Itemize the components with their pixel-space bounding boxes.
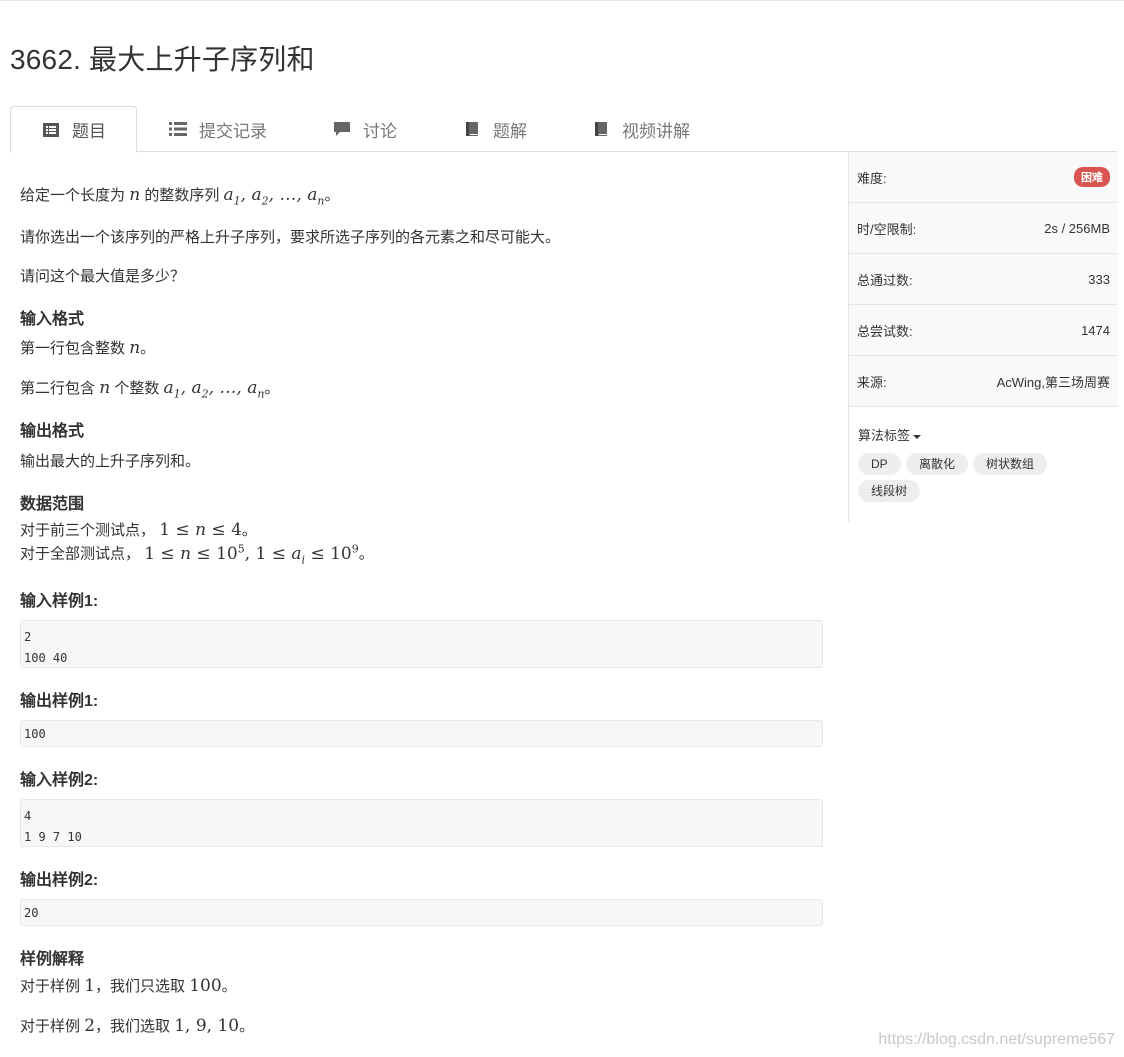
tab-bar: 题目 提交记录 讨论 题解 视频讲解	[10, 106, 1117, 153]
tab-label: 题解	[493, 121, 527, 141]
tag-fenwick-tree[interactable]: 树状数组	[973, 453, 1048, 475]
input-format-line-1: 第一行包含整数 n。	[20, 338, 156, 358]
input-format-line-2: 第二行包含 n 个整数 a1, a2, …, an。	[20, 378, 280, 401]
tab-video[interactable]: 视频讲解	[592, 106, 722, 152]
tab-discussion[interactable]: 讨论	[333, 106, 433, 152]
tried-row: 总尝试数: 1474	[849, 305, 1118, 356]
passed-label: 总通过数:	[857, 272, 913, 288]
tab-solutions[interactable]: 题解	[463, 106, 563, 152]
data-range-line-1: 对于前三个测试点， 1 ≤ n ≤ 4。	[20, 520, 257, 540]
algorithm-tags-toggle[interactable]: 算法标签	[858, 425, 922, 444]
tab-label: 视频讲解	[622, 121, 690, 141]
output-format-heading: 输出格式	[20, 423, 85, 440]
watermark: https://blog.csdn.net/supreme567	[878, 1031, 1115, 1048]
passed-row: 总通过数: 333	[849, 254, 1118, 305]
tab-label: 讨论	[363, 121, 397, 141]
book-icon	[466, 122, 478, 136]
source-row: 来源: AcWing,第三场周赛	[849, 356, 1118, 407]
output-format-line: 输出最大的上升子序列和。	[20, 453, 201, 470]
top-divider	[0, 0, 1124, 1]
sample-explanation-1: 对于样例 1，我们只选取 100。	[20, 976, 237, 996]
tried-value: 1474	[1081, 322, 1110, 338]
book-icon	[595, 122, 607, 136]
difficulty-badge: 困难	[1074, 167, 1110, 187]
sample-output-2-heading: 输出样例2:	[20, 872, 99, 889]
difficulty-row: 难度: 困难	[849, 152, 1118, 203]
sample-explanation-2: 对于样例 2，我们选取 1, 9, 10。	[20, 1016, 255, 1036]
sample-output-2-code: 20	[20, 899, 823, 926]
tab-problem[interactable]: 题目	[10, 106, 137, 153]
tab-label: 提交记录	[199, 121, 267, 141]
tab-submissions[interactable]: 提交记录	[169, 106, 299, 152]
difficulty-label: 难度:	[857, 170, 887, 186]
page-title: 3662. 最大上升子序列和	[10, 44, 315, 75]
input-format-heading: 输入格式	[20, 311, 85, 328]
sample-input-2-code: 4 1 9 7 10	[20, 799, 823, 847]
data-range-heading: 数据范围	[20, 496, 85, 513]
tag-dp[interactable]: DP	[858, 453, 901, 475]
source-label: 来源:	[857, 374, 887, 390]
tag-segment-tree[interactable]: 线段树	[858, 480, 921, 502]
passed-value: 333	[1088, 271, 1110, 287]
list-alt-icon	[43, 122, 59, 137]
problem-statement-2: 请你选出一个该序列的严格上升子序列，要求所选子序列的各元素之和尽可能大。	[20, 229, 561, 246]
problem-statement-3: 请问这个最大值是多少？	[20, 268, 186, 285]
sample-output-1-heading: 输出样例1:	[20, 693, 99, 710]
limit-label: 时/空限制:	[857, 221, 917, 237]
sample-explanation-heading: 样例解释	[20, 951, 85, 968]
sample-input-1-heading: 输入样例1:	[20, 593, 99, 610]
list-icon	[169, 122, 187, 136]
tag-discretization[interactable]: 离散化	[906, 453, 969, 475]
limit-row: 时/空限制: 2s / 256MB	[849, 203, 1118, 254]
comment-icon	[334, 122, 350, 136]
sample-output-1-code: 100	[20, 720, 823, 747]
problem-statement-1: 给定一个长度为 n 的整数序列 a1, a2, …, an。	[20, 185, 340, 208]
data-range-line-2: 对于全部测试点， 1 ≤ n ≤ 105, 1 ≤ ai ≤ 109。	[20, 542, 374, 567]
source-value: AcWing,第三场周赛	[996, 374, 1110, 390]
problem-info-panel: 难度: 困难 时/空限制: 2s / 256MB 总通过数: 333 总尝试数:…	[848, 152, 1118, 522]
limit-value: 2s / 256MB	[1044, 220, 1110, 236]
tried-label: 总尝试数:	[857, 323, 913, 339]
sample-input-1-code: 2 100 40	[20, 620, 823, 668]
sample-input-2-heading: 输入样例2:	[20, 772, 99, 789]
tab-label: 题目	[72, 122, 106, 141]
caret-down-icon	[913, 434, 922, 439]
